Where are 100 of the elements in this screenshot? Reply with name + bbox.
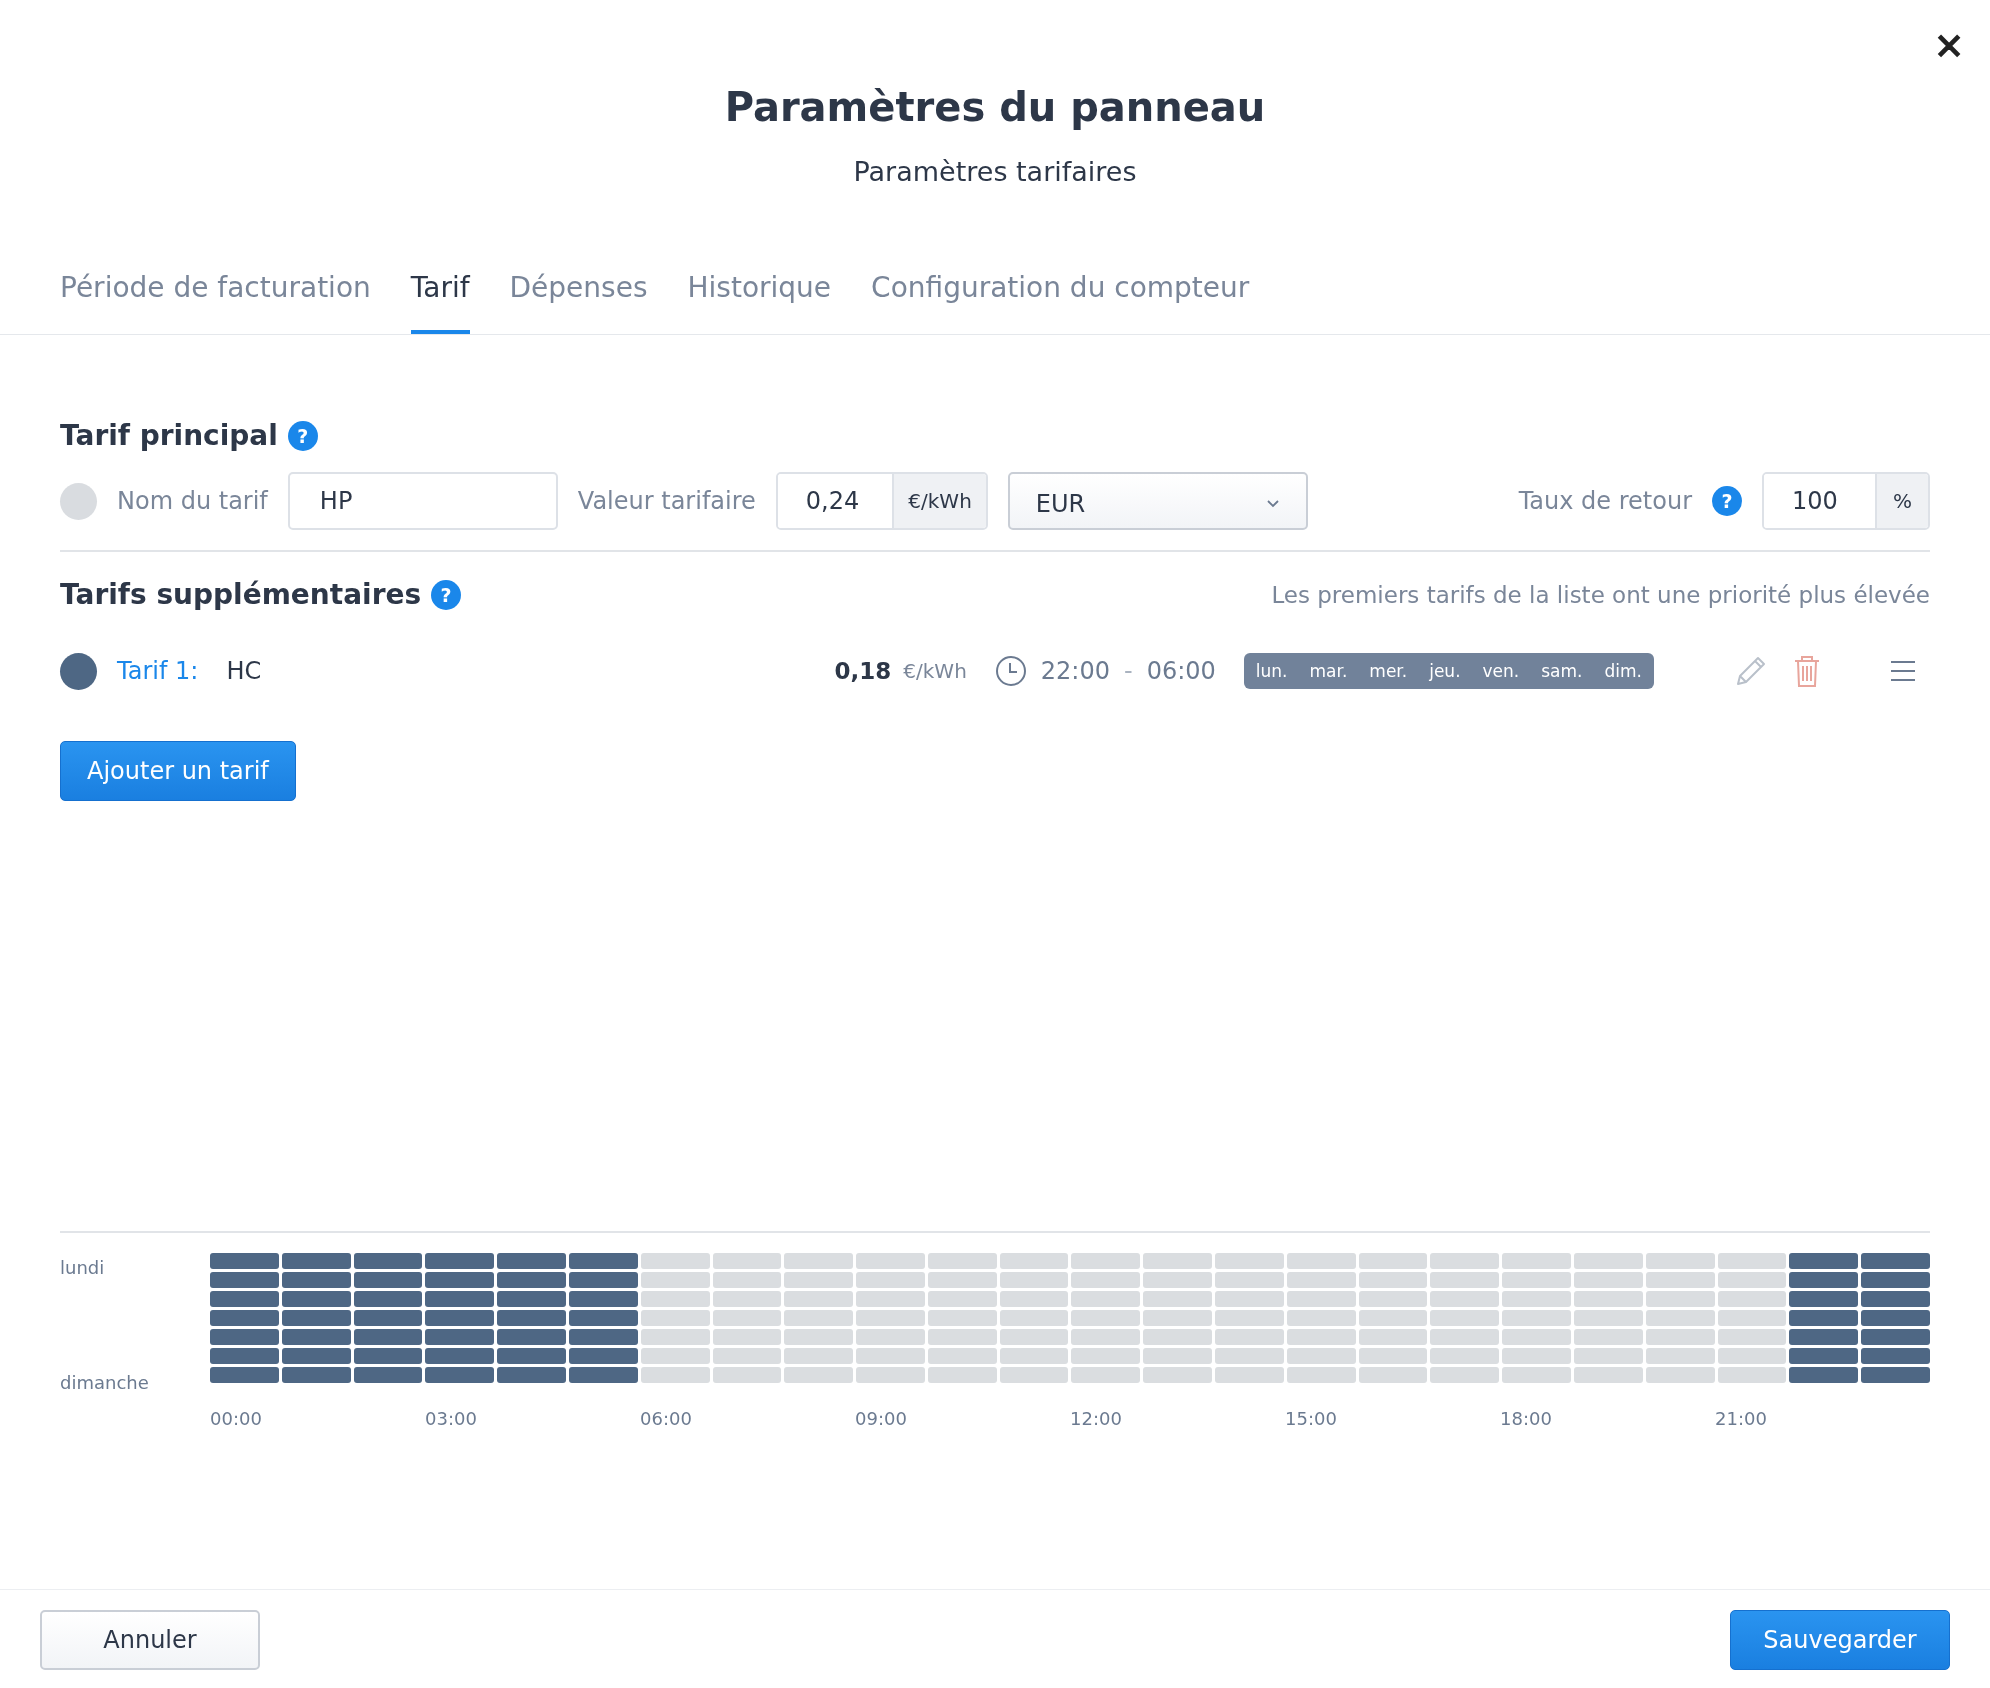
schedule-cell[interactable] [210, 1310, 279, 1326]
schedule-cell[interactable] [1071, 1367, 1141, 1383]
schedule-cell[interactable] [640, 1329, 710, 1345]
tariff-name-field[interactable]: HP [287, 472, 558, 530]
schedule-cell[interactable] [568, 1291, 638, 1307]
schedule-cell[interactable] [1645, 1329, 1715, 1345]
schedule-cell[interactable] [1789, 1291, 1859, 1307]
schedule-cell[interactable] [999, 1253, 1069, 1269]
schedule-cell[interactable] [1286, 1329, 1356, 1345]
schedule-cell[interactable] [1717, 1367, 1787, 1383]
schedule-cell[interactable] [1717, 1348, 1787, 1364]
schedule-cell[interactable] [1286, 1348, 1356, 1364]
schedule-cell[interactable] [999, 1291, 1069, 1307]
schedule-cell[interactable] [927, 1310, 997, 1326]
schedule-cell[interactable] [1286, 1253, 1356, 1269]
schedule-cell[interactable] [210, 1367, 279, 1383]
cancel-button[interactable]: Annuler [40, 1610, 260, 1670]
schedule-cell[interactable] [281, 1367, 351, 1383]
schedule-cell[interactable] [281, 1348, 351, 1364]
schedule-cell[interactable] [784, 1253, 854, 1269]
schedule-cell[interactable] [999, 1367, 1069, 1383]
schedule-cell[interactable] [1215, 1348, 1284, 1364]
schedule-cell[interactable] [1430, 1272, 1500, 1288]
schedule-cell[interactable] [210, 1348, 279, 1364]
schedule-cell[interactable] [1502, 1348, 1572, 1364]
schedule-cell[interactable] [856, 1348, 925, 1364]
schedule-cell[interactable] [1286, 1367, 1356, 1383]
help-icon[interactable]: ? [1712, 486, 1742, 516]
schedule-cell[interactable] [497, 1367, 566, 1383]
schedule-cell[interactable] [1717, 1310, 1787, 1326]
schedule-cell[interactable] [712, 1367, 782, 1383]
schedule-cell[interactable] [1861, 1367, 1930, 1383]
schedule-cell[interactable] [1861, 1272, 1930, 1288]
schedule-cell[interactable] [1286, 1310, 1356, 1326]
schedule-cell[interactable] [210, 1253, 279, 1269]
schedule-cell[interactable] [999, 1348, 1069, 1364]
schedule-cell[interactable] [210, 1329, 279, 1345]
schedule-cell[interactable] [1574, 1272, 1643, 1288]
schedule-cell[interactable] [1430, 1310, 1500, 1326]
close-button[interactable]: ✕ [1930, 22, 1968, 72]
schedule-cell[interactable] [712, 1329, 782, 1345]
tab[interactable]: Historique [687, 271, 832, 334]
schedule-cell[interactable] [1215, 1253, 1284, 1269]
schedule-cell[interactable] [425, 1272, 495, 1288]
schedule-cell[interactable] [1215, 1367, 1284, 1383]
schedule-cell[interactable] [1502, 1329, 1572, 1345]
schedule-cell[interactable] [1358, 1310, 1428, 1326]
schedule-cell[interactable] [1071, 1291, 1141, 1307]
schedule-cell[interactable] [353, 1348, 423, 1364]
schedule-cell[interactable] [1502, 1272, 1572, 1288]
schedule-cell[interactable] [1071, 1272, 1141, 1288]
schedule-cell[interactable] [1143, 1348, 1213, 1364]
schedule-cell[interactable] [281, 1253, 351, 1269]
schedule-cell[interactable] [1502, 1291, 1572, 1307]
schedule-cell[interactable] [856, 1310, 925, 1326]
schedule-cell[interactable] [856, 1291, 925, 1307]
schedule-cell[interactable] [497, 1329, 566, 1345]
schedule-cell[interactable] [1502, 1310, 1572, 1326]
schedule-cell[interactable] [712, 1310, 782, 1326]
schedule-cell[interactable] [568, 1348, 638, 1364]
schedule-cell[interactable] [927, 1272, 997, 1288]
add-tariff-button[interactable]: Ajouter un tarif [60, 741, 296, 801]
schedule-cell[interactable] [568, 1253, 638, 1269]
tab[interactable]: Dépenses [509, 271, 648, 334]
save-button[interactable]: Sauvegarder [1730, 1610, 1950, 1670]
schedule-cell[interactable] [1286, 1291, 1356, 1307]
schedule-cell[interactable] [1358, 1253, 1428, 1269]
schedule-cell[interactable] [927, 1329, 997, 1345]
schedule-cell[interactable] [856, 1272, 925, 1288]
schedule-cell[interactable] [568, 1272, 638, 1288]
schedule-cell[interactable] [1717, 1329, 1787, 1345]
schedule-cell[interactable] [1645, 1253, 1715, 1269]
schedule-cell[interactable] [1286, 1272, 1356, 1288]
schedule-cell[interactable] [425, 1348, 495, 1364]
schedule-cell[interactable] [1645, 1348, 1715, 1364]
schedule-cell[interactable] [1574, 1310, 1643, 1326]
schedule-cell[interactable] [1358, 1367, 1428, 1383]
schedule-cell[interactable] [1358, 1291, 1428, 1307]
pencil-icon[interactable] [1734, 654, 1768, 688]
schedule-cell[interactable] [1430, 1291, 1500, 1307]
schedule-cell[interactable] [497, 1310, 566, 1326]
schedule-cell[interactable] [1215, 1291, 1284, 1307]
schedule-cell[interactable] [1789, 1367, 1859, 1383]
schedule-cell[interactable] [1143, 1272, 1213, 1288]
schedule-cell[interactable] [640, 1367, 710, 1383]
schedule-cell[interactable] [1215, 1329, 1284, 1345]
schedule-cell[interactable] [927, 1367, 997, 1383]
schedule-cell[interactable] [927, 1291, 997, 1307]
schedule-cell[interactable] [1861, 1291, 1930, 1307]
schedule-cell[interactable] [784, 1329, 854, 1345]
schedule-cell[interactable] [712, 1253, 782, 1269]
schedule-cell[interactable] [1071, 1310, 1141, 1326]
schedule-cell[interactable] [927, 1348, 997, 1364]
schedule-cell[interactable] [784, 1310, 854, 1326]
schedule-cell[interactable] [1143, 1310, 1213, 1326]
tab[interactable]: Période de facturation [60, 271, 371, 334]
schedule-cell[interactable] [281, 1310, 351, 1326]
help-icon[interactable]: ? [431, 579, 462, 610]
tab[interactable]: Tarif [410, 271, 470, 334]
trash-icon[interactable] [1792, 654, 1822, 688]
